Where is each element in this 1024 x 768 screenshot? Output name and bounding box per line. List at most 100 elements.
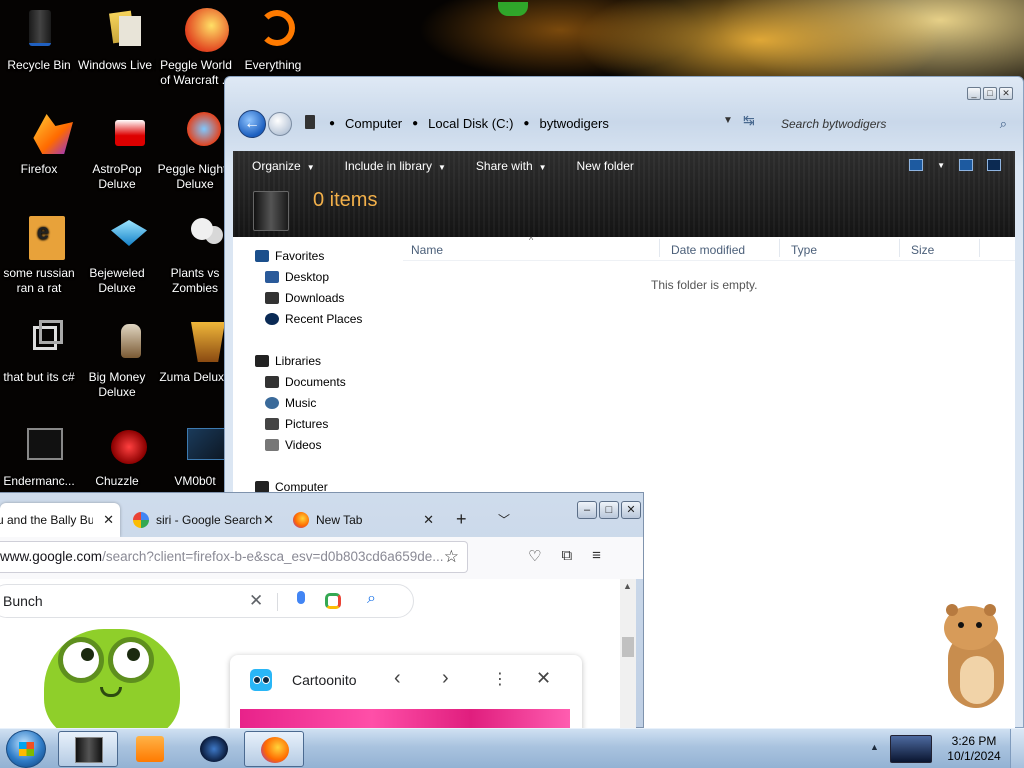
breadcrumb-local-disk[interactable]: Local Disk (C:) [428, 116, 513, 131]
nav-music[interactable]: Music [265, 396, 316, 410]
column-type[interactable]: Type [791, 243, 817, 257]
url-bar[interactable]: www.google.com/search?client=firefox-b-e… [0, 541, 468, 573]
close-tab-icon[interactable]: ✕ [263, 512, 274, 528]
desktop-icon-zuma[interactable]: Zuma Deluxe [156, 314, 234, 385]
desktop-icon-peggle-nights[interactable]: Peggle Nights Deluxe [156, 106, 234, 192]
pvz-icon [171, 214, 219, 262]
nav-videos[interactable]: Videos [265, 438, 321, 452]
card-next-icon[interactable]: › [442, 667, 449, 690]
nav-libraries[interactable]: Libraries [255, 354, 321, 368]
refresh-icon[interactable]: ↹ [743, 112, 755, 129]
nav-documents[interactable]: Documents [265, 375, 346, 389]
voice-search-icon[interactable] [297, 591, 305, 604]
desktop-icon-chuzzle[interactable]: Chuzzle [78, 418, 156, 489]
firefox-window[interactable]: – □ ✕ u and the Bally Bunch ✕ siri - Goo… [0, 492, 644, 729]
forward-button[interactable] [268, 112, 292, 136]
scrollbar-thumb[interactable] [622, 637, 634, 657]
taskbar-firefox[interactable] [244, 731, 304, 767]
column-date-modified[interactable]: Date modified [671, 243, 745, 257]
nav-desktop[interactable]: Desktop [265, 270, 329, 284]
new-folder-button[interactable]: New folder [577, 159, 634, 173]
change-view-icon[interactable] [909, 159, 924, 171]
search-query[interactable]: Bunch [3, 593, 43, 609]
taskbar-media-player[interactable] [120, 731, 180, 767]
desktop-icon-plants-vs-zombies[interactable]: Plants vs Zombies [156, 210, 234, 296]
desktop-icon-big-money[interactable]: Big Money Deluxe [78, 314, 156, 400]
firefox-taskbar-icon [261, 737, 289, 763]
share-with-button[interactable]: Share with ▼ [476, 159, 547, 173]
desktop-icon-that-but-its-csharp[interactable]: that but its c# [0, 314, 78, 385]
column-headers: ^ Name Date modified Type Size [403, 235, 1015, 261]
app-globe-icon [200, 736, 228, 762]
tab-bally-bunch[interactable]: u and the Bally Bunch ✕ [0, 503, 120, 537]
column-divider[interactable] [899, 239, 900, 257]
desktop-icon-windows-live-mail[interactable]: Windows Live Mail [78, 2, 156, 73]
column-size[interactable]: Size [911, 243, 934, 257]
desktop-icon-some-russian[interactable]: e some russian ran a rat [0, 210, 78, 296]
new-tab-button[interactable]: + [456, 509, 467, 530]
organize-button[interactable]: Organize ▼ [252, 159, 315, 173]
card-more-icon[interactable]: ⋮ [492, 669, 508, 689]
desktop-icon-astropop[interactable]: AstroPop Deluxe [78, 106, 156, 192]
extensions-icon[interactable]: ⧉ [561, 547, 572, 565]
desktop-icon-peggle-wow[interactable]: Peggle World of Warcraft ... [156, 2, 234, 88]
tray-app-icon[interactable] [890, 735, 932, 763]
preview-pane-icon[interactable] [959, 159, 973, 171]
desktop-icon-endermanc[interactable]: Endermanc... [0, 418, 78, 489]
tab-siri-google-search[interactable]: siri - Google Search ✕ [124, 503, 280, 537]
nav-pictures[interactable]: Pictures [265, 417, 328, 431]
taskbar-app[interactable] [184, 731, 244, 767]
breadcrumb-bytwodigers[interactable]: bytwodigers [539, 116, 608, 131]
minimize-button[interactable]: – [577, 501, 597, 519]
column-divider[interactable] [779, 239, 780, 257]
include-in-library-button[interactable]: Include in library ▼ [345, 159, 446, 173]
address-dropdown-icon[interactable]: ▼ [723, 115, 733, 126]
tab-new-tab[interactable]: New Tab ✕ [284, 503, 440, 537]
taskbar-explorer[interactable] [58, 731, 118, 767]
close-tab-icon[interactable]: ✕ [103, 512, 114, 528]
clear-search-icon[interactable]: ✕ [249, 591, 263, 611]
favorites-icon [255, 250, 269, 262]
back-button[interactable]: ← [238, 110, 266, 138]
bookmark-star-icon[interactable]: ☆ [444, 542, 459, 572]
maximize-button[interactable]: □ [599, 501, 619, 519]
close-button[interactable]: ✕ [999, 87, 1013, 100]
show-desktop-button[interactable] [1010, 729, 1024, 768]
desktop-icon-vm0b0t[interactable]: VM0b0t [156, 418, 234, 489]
card-previous-icon[interactable]: ‹ [394, 667, 401, 690]
show-hidden-icons[interactable]: ▲ [870, 742, 879, 752]
nav-recent-places[interactable]: Recent Places [265, 312, 362, 326]
column-divider[interactable] [659, 239, 660, 257]
taskbar: ▲ 3:26 PM 10/1/2024 [0, 728, 1024, 768]
desktop-icon-recycle-bin[interactable]: Recycle Bin [0, 2, 78, 73]
clock[interactable]: 3:26 PM 10/1/2024 [946, 734, 1002, 764]
help-icon[interactable] [987, 159, 1001, 171]
search-icon[interactable]: ⌕ [1000, 113, 1007, 135]
list-all-tabs-icon[interactable]: ﹀ [498, 511, 510, 528]
minimize-button[interactable]: _ [967, 87, 981, 100]
close-button[interactable]: ✕ [621, 501, 641, 519]
google-lens-icon[interactable] [325, 593, 341, 609]
close-tab-icon[interactable]: ✕ [423, 512, 434, 528]
view-dropdown-icon[interactable]: ▼ [937, 161, 945, 170]
pocket-icon[interactable]: ♡ [528, 547, 541, 565]
everything-icon [249, 6, 297, 54]
nav-favorites[interactable]: Favorites [255, 249, 324, 263]
scroll-up-icon[interactable]: ▲ [623, 581, 632, 591]
breadcrumb-computer[interactable]: Computer [345, 116, 402, 131]
start-button[interactable] [6, 730, 46, 768]
desktop-icon-bejeweled[interactable]: Bejeweled Deluxe [78, 210, 156, 296]
menu-icon[interactable]: ≡ [592, 547, 601, 565]
desktop-icon-firefox[interactable]: Firefox [0, 106, 78, 177]
column-name[interactable]: Name [411, 243, 443, 257]
maximize-button[interactable]: □ [983, 87, 997, 100]
nav-downloads[interactable]: Downloads [265, 291, 344, 305]
desktop-icon-everything[interactable]: Everything [234, 2, 312, 73]
search-input[interactable]: Search bytwodigers ⌕ [779, 113, 1011, 135]
search-icon[interactable]: ⌕ [367, 590, 376, 608]
google-search-box[interactable]: Bunch ✕ ⌕ [0, 584, 414, 618]
column-divider[interactable] [979, 239, 980, 257]
page-scrollbar[interactable]: ▲ [620, 579, 636, 729]
tab-strip: u and the Bally Bunch ✕ siri - Google Se… [0, 501, 560, 537]
card-close-icon[interactable]: ✕ [536, 668, 551, 689]
